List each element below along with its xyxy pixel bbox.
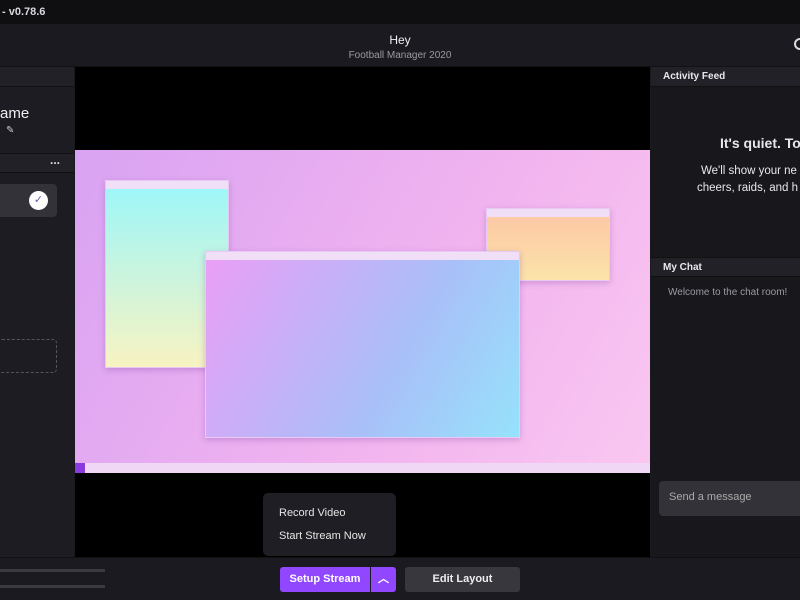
header: Hey Football Manager 2020 (0, 24, 800, 67)
settings-icon[interactable] (794, 38, 800, 50)
volume-slider[interactable] (0, 569, 105, 572)
setup-stream-button[interactable]: Setup Stream (280, 567, 370, 592)
title-bar: - v0.78.6 (0, 0, 800, 24)
right-panel: Activity Feed It's quiet. To We'll show … (651, 67, 800, 557)
stream-category[interactable]: Football Manager 2020 (0, 50, 800, 61)
chat-input[interactable]: Send a message (659, 481, 800, 516)
add-scene-placeholder[interactable] (0, 339, 57, 373)
left-panel: ame ✎ ... ✓ (0, 67, 74, 557)
quiet-title: It's quiet. To (720, 135, 800, 151)
my-chat-header: My Chat (651, 257, 800, 277)
desktop-capture (75, 150, 650, 473)
stream-title[interactable]: Hey (0, 33, 800, 47)
edit-layout-button[interactable]: Edit Layout (405, 567, 520, 592)
check-icon[interactable]: ✓ (29, 191, 48, 210)
menu-item-record-video[interactable]: Record Video (279, 507, 345, 519)
scene-item[interactable]: ✓ (0, 184, 57, 217)
edit-icon[interactable]: ✎ (6, 125, 14, 136)
channel-name: ame (0, 105, 30, 122)
volume-slider[interactable] (0, 585, 105, 588)
quiet-line-1: We'll show your ne (701, 165, 797, 177)
go-live-menu: Record Video Start Stream Now (263, 493, 396, 556)
bottom-bar: Setup Stream ︿ Edit Layout (0, 557, 800, 600)
taskbar (75, 463, 650, 473)
window-main (205, 251, 520, 438)
more-options-button[interactable]: ... (50, 153, 60, 167)
stream-preview: Record Video Start Stream Now (75, 67, 650, 557)
quiet-line-2: cheers, raids, and h (697, 182, 799, 194)
activity-feed-header: Activity Feed (651, 67, 800, 87)
chat-welcome: Welcome to the chat room! (668, 287, 788, 298)
menu-item-start-stream-now[interactable]: Start Stream Now (279, 530, 366, 542)
chevron-up-icon[interactable]: ︿ (371, 567, 396, 592)
app-version: - v0.78.6 (2, 6, 46, 18)
